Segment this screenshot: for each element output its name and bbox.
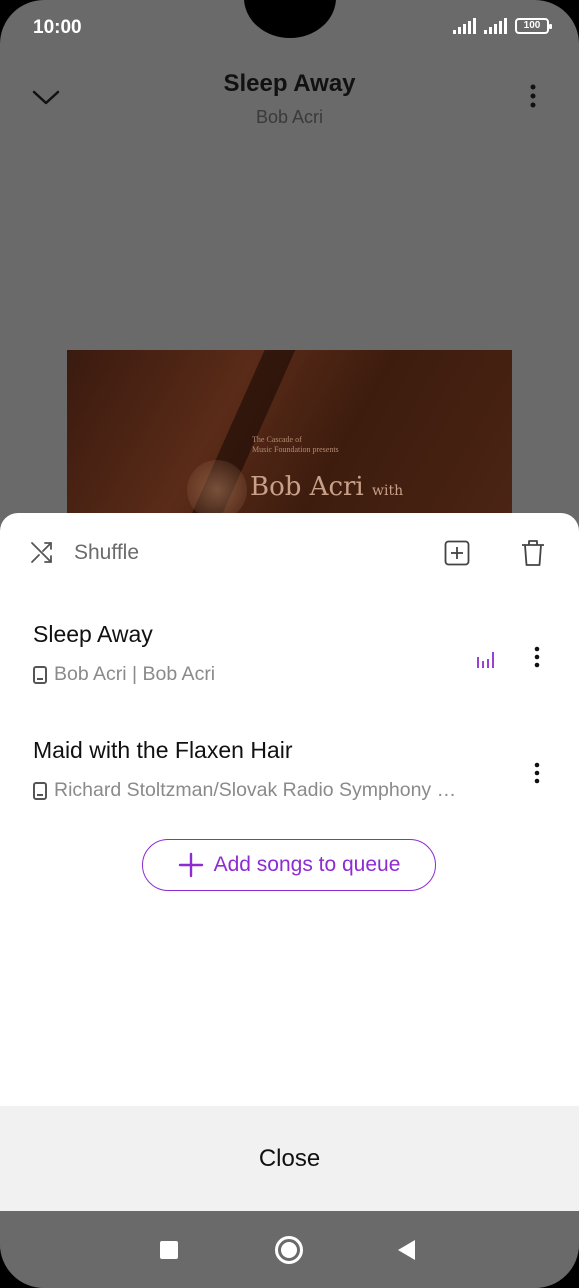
shuffle-icon[interactable]	[30, 540, 54, 564]
now-playing-equalizer-icon	[477, 652, 494, 668]
queue-item-subtitle: Bob Acri | Bob Acri	[33, 663, 215, 686]
status-time: 10:00	[33, 17, 82, 38]
system-nav-bar	[0, 1211, 579, 1288]
album-art-title: Bob Acri with	[250, 472, 403, 502]
queue-item-artist: Bob Acri | Bob Acri	[54, 663, 216, 685]
queue-item-sleep-away[interactable]: Sleep Away Bob Acri | Bob Acri	[0, 621, 579, 711]
close-label: Close	[258, 1144, 321, 1172]
album-art: The Cascade of Music Foundation presents…	[67, 350, 512, 530]
queue-sheet: Shuffle Sleep Away Bob Acri | Bob Acri M…	[0, 513, 579, 1211]
signal-icon	[484, 18, 507, 34]
shuffle-label[interactable]: Shuffle	[74, 541, 139, 565]
signal-icon	[453, 18, 476, 34]
album-art-caption: The Cascade of Music Foundation presents	[252, 435, 339, 455]
song-title: Sleep Away	[223, 70, 356, 97]
phone-storage-icon	[33, 781, 47, 800]
player-header: Sleep Away Bob Acri	[0, 60, 579, 140]
queue-item-title: Sleep Away	[33, 621, 153, 647]
add-songs-to-queue-button[interactable]: Add songs to queue	[142, 839, 436, 891]
queue-item-maid-with-the-flaxen-hair[interactable]: Maid with the Flaxen Hair Richard Stoltz…	[0, 737, 579, 827]
queue-toolbar: Shuffle	[0, 513, 579, 593]
more-vert-icon[interactable]	[530, 645, 544, 671]
song-artist: Bob Acri	[255, 107, 324, 127]
album-art-glow	[187, 460, 247, 520]
queue-item-title: Maid with the Flaxen Hair	[33, 737, 293, 763]
queue-item-artist: Richard Stoltzman/Slovak Radio Symphony …	[54, 779, 457, 801]
album-art-caption-line1: The Cascade of	[252, 435, 302, 444]
more-vert-icon[interactable]	[523, 82, 543, 112]
queue-item-subtitle: Richard Stoltzman/Slovak Radio Symphony …	[33, 779, 456, 802]
trash-icon[interactable]	[521, 539, 545, 567]
phone-screen: 10:00 100 Sleep Away Bob Acri The Cascad…	[0, 0, 579, 1288]
plus-icon	[178, 852, 203, 878]
add-songs-label: Add songs to queue	[213, 853, 401, 876]
add-box-icon[interactable]	[444, 540, 470, 566]
more-vert-icon[interactable]	[530, 761, 544, 787]
home-circle-icon[interactable]	[275, 1236, 303, 1264]
album-art-caption-line2: Music Foundation presents	[252, 445, 339, 454]
status-icons: 100	[453, 18, 552, 34]
camera-notch	[244, 0, 336, 38]
album-art-title-suffix: with	[372, 483, 404, 499]
album-art-title-text: Bob Acri	[250, 472, 364, 502]
recents-square-icon[interactable]	[160, 1241, 178, 1259]
battery-icon: 100	[515, 18, 552, 34]
close-button[interactable]: Close	[0, 1106, 579, 1211]
phone-storage-icon	[33, 665, 47, 684]
back-triangle-icon[interactable]	[398, 1240, 415, 1260]
status-bar: 10:00 100	[0, 0, 579, 56]
